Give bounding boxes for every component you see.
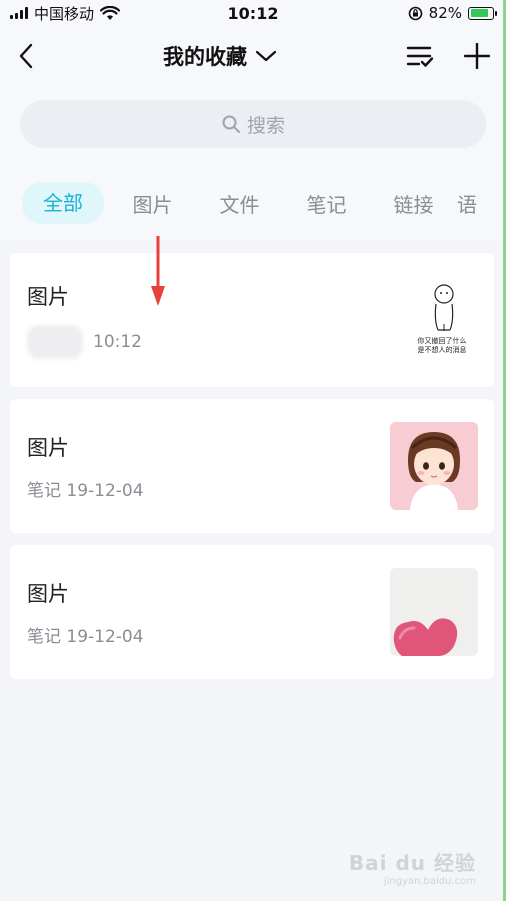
stick-figure-icon bbox=[434, 284, 454, 331]
watermark: Bai du 经验 jingyan.baidu.com bbox=[349, 847, 476, 887]
item-note-date: 笔记 19-12-04 bbox=[27, 480, 144, 501]
tab-all[interactable]: 全部 bbox=[22, 182, 104, 224]
search-placeholder: 搜索 bbox=[246, 114, 285, 137]
search-input[interactable]: 搜索 bbox=[20, 100, 486, 148]
item-meta: 笔记 19-12-04 bbox=[27, 476, 144, 501]
item-title: 图片 bbox=[27, 285, 69, 309]
status-bar: 中国移动 10:12 82% bbox=[0, 0, 506, 26]
item-thumbnail bbox=[390, 568, 478, 656]
signal-icon bbox=[10, 7, 28, 19]
add-icon[interactable] bbox=[464, 43, 490, 69]
back-icon[interactable] bbox=[18, 43, 34, 69]
item-title: 图片 bbox=[27, 435, 69, 460]
status-time: 10:12 bbox=[227, 4, 279, 23]
nav-title-dropdown[interactable]: 我的收藏 bbox=[163, 41, 277, 71]
favorites-list: 图片 10:12 你又撤回了什么 是不想人的消息 图片 笔记 19-12-04 bbox=[0, 240, 506, 679]
list-item[interactable]: 图片 笔记 19-12-04 bbox=[10, 545, 494, 679]
item-time: 10:12 bbox=[93, 332, 142, 352]
battery-icon bbox=[468, 6, 497, 20]
page-title: 我的收藏 bbox=[163, 45, 247, 69]
tab-voice[interactable]: 语 bbox=[457, 189, 487, 218]
nav-bar: 我的收藏 bbox=[0, 26, 506, 86]
battery-percent: 82% bbox=[428, 4, 462, 22]
item-thumbnail: 你又撤回了什么 是不想人的消息 bbox=[406, 284, 478, 356]
tab-links[interactable]: 链接 bbox=[370, 189, 457, 218]
item-meta: 10:12 bbox=[27, 325, 142, 359]
nav-actions bbox=[406, 43, 490, 69]
multi-select-icon[interactable] bbox=[406, 44, 434, 68]
blurred-source bbox=[27, 325, 83, 359]
item-title: 图片 bbox=[27, 581, 69, 606]
item-info: 图片 10:12 bbox=[27, 281, 142, 359]
red-arrow-annotation bbox=[151, 236, 165, 306]
search-wrap: 搜索 bbox=[0, 86, 506, 148]
carrier-label: 中国移动 bbox=[34, 4, 95, 23]
orientation-lock-icon bbox=[408, 6, 422, 20]
item-thumbnail bbox=[390, 422, 478, 510]
tab-files[interactable]: 文件 bbox=[196, 189, 283, 218]
category-tabs: 全部 图片 文件 笔记 链接 语 bbox=[0, 148, 506, 224]
tab-notes[interactable]: 笔记 bbox=[283, 189, 370, 218]
item-info: 图片 笔记 19-12-04 bbox=[27, 432, 144, 501]
chevron-down-icon bbox=[255, 50, 277, 62]
cartoon-girl-image bbox=[390, 422, 478, 510]
list-item[interactable]: 图片 10:12 你又撤回了什么 是不想人的消息 bbox=[10, 253, 494, 387]
thumb-caption-2: 是不想人的消息 bbox=[417, 346, 467, 354]
list-item[interactable]: 图片 笔记 19-12-04 bbox=[10, 399, 494, 533]
heart-image bbox=[390, 568, 478, 656]
item-info: 图片 笔记 19-12-04 bbox=[27, 578, 144, 647]
header-area: 中国移动 10:12 82% 我的收藏 搜索 全部 图片 文件 笔记 链接 语 bbox=[0, 0, 506, 240]
item-meta: 笔记 19-12-04 bbox=[27, 622, 144, 647]
status-left: 中国移动 bbox=[10, 3, 121, 24]
tab-images[interactable]: 图片 bbox=[109, 189, 196, 218]
status-right: 82% bbox=[408, 4, 497, 22]
wifi-icon bbox=[100, 5, 121, 20]
watermark-brand: Bai du 经验 bbox=[348, 851, 476, 875]
search-icon bbox=[222, 115, 240, 133]
watermark-url: jingyan.baidu.com bbox=[383, 876, 476, 887]
item-note-date: 笔记 19-12-04 bbox=[27, 626, 144, 647]
